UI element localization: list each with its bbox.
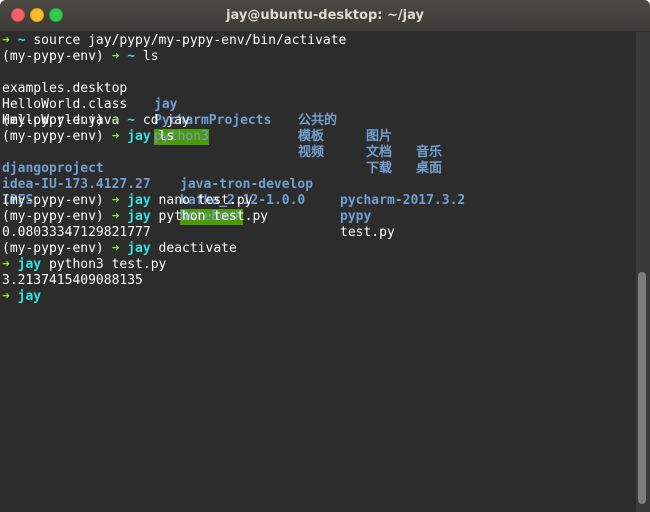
venv-prefix: (my-pypy-env): [2, 129, 104, 144]
command-text: ls: [142, 49, 159, 64]
prompt-arrow-icon: ➜: [111, 209, 120, 224]
ls-output-row: HelloWorld.java python3 视频 下载: [2, 97, 602, 176]
terminal-line: (my-pypy-env) ➜ jay ls: [2, 129, 174, 145]
ls-output-row: examples.desktop jay 公共的 图片 音乐: [2, 65, 602, 160]
terminal-line: ➜ jay python3 test.py: [2, 257, 166, 273]
prompt-arrow-icon: ➜: [111, 241, 120, 256]
terminal-line: (my-pypy-env) ➜ jay python test.py: [2, 209, 268, 225]
prompt-cwd: jay: [127, 209, 151, 224]
prompt-cwd: jay: [127, 193, 151, 208]
command-output: 0.08033347129821777: [2, 225, 151, 240]
scrollbar-thumb[interactable]: [638, 272, 646, 504]
prompt-arrow-icon: ➜: [111, 113, 120, 128]
prompt-cwd: jay: [127, 129, 151, 144]
ls-entry-directory: pypy: [340, 209, 372, 224]
prompt-arrow-icon: ➜: [2, 257, 10, 272]
terminal-line: ➜ ~ source jay/pypy/my-pypy-env/bin/acti…: [2, 33, 346, 49]
terminal-line: (my-pypy-env) ➜ ~ cd jay: [2, 113, 190, 129]
vertical-scrollbar[interactable]: [636, 32, 650, 512]
command-text: python3 test.py: [48, 257, 167, 272]
prompt-arrow-icon: ➜: [2, 33, 10, 48]
venv-prefix: (my-pypy-env): [2, 241, 104, 256]
ls-entry-directory: 图片: [366, 129, 393, 144]
terminal-window: jay@ubuntu-desktop: ~/jay ➜ ~ source jay…: [0, 0, 650, 512]
command-text: source jay/pypy/my-pypy-env/bin/activate: [33, 33, 347, 48]
venv-prefix: (my-pypy-env): [2, 193, 104, 208]
ls-entry: test.py: [340, 225, 395, 240]
prompt-cwd: jay: [127, 241, 151, 256]
command-text: cd jay: [142, 113, 190, 128]
command-text: nano test.py: [158, 193, 253, 208]
command-output: 3.2137415409088135: [2, 273, 143, 288]
ls-output-row: HelloWorld.class PycharmProjects 模板 文档 桌…: [2, 81, 602, 176]
current-prompt[interactable]: ➜ jay: [2, 289, 41, 305]
command-text: deactivate: [158, 241, 237, 256]
window-title: jay@ubuntu-desktop: ~/jay: [226, 8, 424, 23]
title-bar[interactable]: jay@ubuntu-desktop: ~/jay: [0, 0, 650, 32]
prompt-cwd: jay: [17, 257, 42, 272]
prompt-arrow-icon: ➜: [111, 193, 120, 208]
ls-entry-directory: 模板: [298, 129, 325, 144]
prompt-cwd: jay: [17, 289, 42, 304]
ls-entry-directory: pycharm-2017.3.2: [340, 193, 466, 208]
venv-prefix: (my-pypy-env): [2, 113, 104, 128]
prompt-arrow-icon: ➜: [111, 129, 120, 144]
terminal-line: (my-pypy-env) ➜ jay nano test.py: [2, 193, 252, 209]
prompt-cwd: ~: [127, 113, 136, 128]
ls-output-row: IPFS NoteBook test.py: [2, 177, 602, 240]
command-text: ls: [158, 129, 175, 144]
ls-entry-directory: 公共的: [298, 113, 338, 128]
prompt-arrow-icon: ➜: [111, 49, 120, 64]
ls-output-row: idea-IU-173.4127.27 kafka_2.12-1.0.0 pyp…: [2, 161, 602, 224]
terminal-content[interactable]: ➜ ~ source jay/pypy/my-pypy-env/bin/acti…: [0, 32, 636, 512]
venv-prefix: (my-pypy-env): [2, 49, 104, 64]
terminal-line: (my-pypy-env) ➜ ~ ls: [2, 49, 159, 65]
prompt-cwd: ~: [17, 33, 26, 48]
venv-prefix: (my-pypy-env): [2, 209, 104, 224]
command-text: python test.py: [158, 209, 269, 224]
terminal-line: (my-pypy-env) ➜ jay deactivate: [2, 241, 237, 257]
prompt-cwd: ~: [127, 49, 136, 64]
ls-output-row: djangoproject java-tron-develop pycharm-…: [2, 145, 602, 208]
prompt-arrow-icon: ➜: [2, 289, 10, 304]
